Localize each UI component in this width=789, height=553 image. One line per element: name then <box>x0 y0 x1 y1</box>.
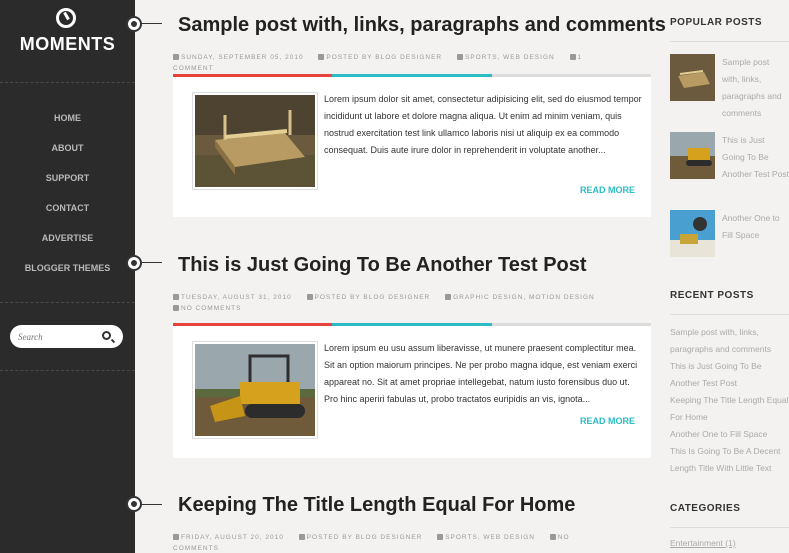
timeline-dot-icon <box>126 496 142 512</box>
main-nav: HOME ABOUT SUPPORT CONTACT ADVERTISE BLO… <box>0 110 135 290</box>
widget-title-popular: POPULAR POSTS <box>670 17 763 28</box>
bookmark-icon <box>445 294 452 301</box>
comment-icon <box>569 54 576 61</box>
post-card: Lorem ipsum dolor sit amet, consectetur … <box>173 77 651 217</box>
divider <box>0 82 135 83</box>
clock-logo-icon[interactable] <box>56 8 76 28</box>
post-excerpt: Lorem ipsum dolor sit amet, consectetur … <box>324 94 642 155</box>
read-more-link[interactable]: READ MORE <box>580 185 635 195</box>
recent-post-link[interactable]: This is Just Going To Be Another Test Po… <box>670 361 762 388</box>
post-excerpt: Lorem ipsum eu usu assum liberavisse, ut… <box>324 343 638 404</box>
post-author[interactable]: POSTED BY BLOG DESIGNER <box>307 534 423 541</box>
divider <box>670 527 789 528</box>
divider <box>0 370 135 371</box>
nav-support[interactable]: SUPPORT <box>0 170 135 200</box>
widget-title-recent: RECENT POSTS <box>670 290 754 301</box>
post-meta: TUESDAY, AUGUST 31, 2010 POSTED BY BLOG … <box>173 292 613 314</box>
post-title[interactable]: Keeping The Title Length Equal For Home <box>178 494 575 517</box>
read-more-link[interactable]: READ MORE <box>580 416 635 426</box>
post-card: Lorem ipsum eu usu assum liberavisse, ut… <box>173 326 651 458</box>
nav-contact[interactable]: CONTACT <box>0 200 135 230</box>
search-icon[interactable] <box>102 331 111 340</box>
post-date: SUNDAY, SEPTEMBER 05, 2010 <box>181 54 304 61</box>
post-author[interactable]: POSTED BY BLOG DESIGNER <box>315 294 431 301</box>
post-title[interactable]: This is Just Going To Be Another Test Po… <box>178 254 587 277</box>
popular-post-thumbnail[interactable] <box>670 210 715 257</box>
recent-post-link[interactable]: This Is Going To Be A Decent Length Titl… <box>670 446 780 473</box>
bookmark-icon <box>437 534 444 541</box>
timeline-connector <box>142 504 162 505</box>
nav-home[interactable]: HOME <box>0 110 135 140</box>
post-date: FRIDAY, AUGUST 20, 2010 <box>181 534 284 541</box>
post-comments-link[interactable]: NO COMMENTS <box>181 305 241 312</box>
comment-icon <box>173 305 179 312</box>
clock-icon <box>173 54 179 61</box>
timeline-connector <box>142 262 162 263</box>
post-thumbnail[interactable] <box>193 342 317 438</box>
search-input[interactable] <box>10 325 90 348</box>
post-title[interactable]: Sample post with, links, paragraphs and … <box>178 14 666 37</box>
left-sidebar: MOMENTS HOME ABOUT SUPPORT CONTACT ADVER… <box>0 0 135 553</box>
popular-post-thumbnail[interactable] <box>670 54 715 101</box>
site-logo[interactable]: MOMENTS <box>0 34 135 55</box>
divider <box>670 41 789 42</box>
post-meta: FRIDAY, AUGUST 20, 2010 POSTED BY BLOG D… <box>173 532 613 553</box>
recent-post-link[interactable]: Sample post with, links, paragraphs and … <box>670 327 771 354</box>
post-labels[interactable]: GRAPHIC DESIGN, MOTION DESIGN <box>453 294 595 301</box>
post-date: TUESDAY, AUGUST 31, 2010 <box>181 294 292 301</box>
post-meta: SUNDAY, SEPTEMBER 05, 2010 POSTED BY BLO… <box>173 52 613 74</box>
recent-posts-list: Sample post with, links, paragraphs and … <box>670 324 789 477</box>
post-thumbnail[interactable] <box>193 93 317 189</box>
divider <box>0 302 135 303</box>
timeline-connector <box>142 23 162 24</box>
bookmark-icon <box>456 54 463 61</box>
post-labels[interactable]: SPORTS, WEB DESIGN <box>445 534 535 541</box>
timeline-dot-icon <box>126 16 142 32</box>
nav-about[interactable]: ABOUT <box>0 140 135 170</box>
nav-advertise[interactable]: ADVERTISE <box>0 230 135 260</box>
post-author[interactable]: POSTED BY BLOG DESIGNER <box>326 54 442 61</box>
user-icon <box>318 54 325 61</box>
recent-post-link[interactable]: Keeping The Title Length Equal For Home <box>670 395 788 422</box>
category-link[interactable]: Entertainment (1) <box>670 538 736 548</box>
search-box <box>10 325 123 348</box>
clock-icon <box>173 534 179 541</box>
widget-title-categories: CATEGORIES <box>670 503 741 514</box>
divider <box>670 314 789 315</box>
comment-icon <box>549 534 556 541</box>
nav-blogger-themes[interactable]: BLOGGER THEMES <box>0 260 135 290</box>
popular-post-item[interactable]: Another One to Fill Space <box>670 210 789 257</box>
recent-post-link[interactable]: Another One to Fill Space <box>670 429 767 439</box>
clock-icon <box>173 294 179 301</box>
popular-post-thumbnail[interactable] <box>670 132 715 179</box>
timeline-dot-icon <box>126 255 142 271</box>
popular-post-item[interactable]: This is Just Going To Be Another Test Po… <box>670 132 789 183</box>
user-icon <box>298 534 305 541</box>
user-icon <box>306 294 313 301</box>
popular-post-item[interactable]: Sample post with, links, paragraphs and … <box>670 54 789 122</box>
post-labels[interactable]: SPORTS, WEB DESIGN <box>465 54 555 61</box>
